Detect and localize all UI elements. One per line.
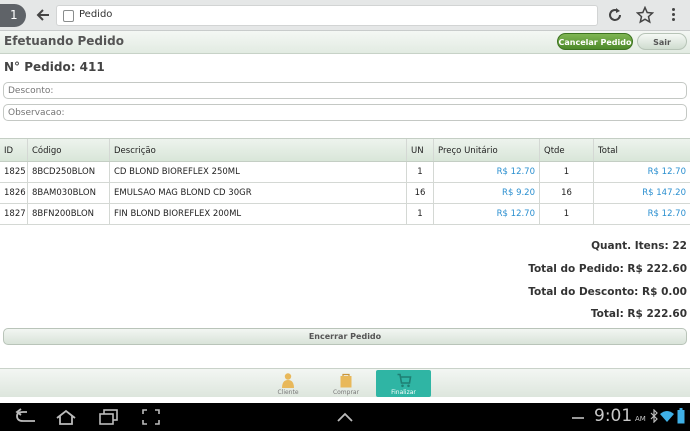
- cell-codigo: 8BCD250BLON: [27, 162, 109, 182]
- cell-id: 1827: [4, 209, 26, 219]
- bottom-navigation: Cliente Comprar Finalizar: [0, 368, 690, 397]
- nav-finalizar[interactable]: Finalizar: [376, 370, 431, 397]
- system-home-icon[interactable]: [54, 408, 78, 426]
- cell-un: 1: [406, 162, 433, 182]
- browser-toolbar: 1 Pedido: [0, 0, 690, 31]
- cell-descricao: FIN BLOND BIOREFLEX 200ML: [109, 204, 406, 224]
- cell-total: R$ 12.70: [593, 162, 690, 182]
- tab-switcher-button[interactable]: 1: [0, 4, 26, 27]
- person-icon: [282, 373, 294, 388]
- address-bar[interactable]: Pedido: [56, 5, 598, 26]
- quantity-items-summary: Quant. Itens: 22: [591, 240, 687, 252]
- cell-codigo: 8BFN200BLON: [27, 204, 109, 224]
- screenshot-icon[interactable]: [141, 408, 161, 426]
- nav-finalizar-label: Finalizar: [391, 389, 416, 396]
- cancel-order-button[interactable]: Cancelar Pedido: [557, 33, 633, 50]
- cart-icon: [397, 373, 411, 388]
- close-order-button[interactable]: Encerrar Pedido: [3, 328, 687, 345]
- address-bar-text: Pedido: [79, 9, 113, 20]
- discount-total-summary: Total do Desconto: R$ 0.00: [528, 286, 687, 298]
- system-recent-apps-icon[interactable]: [97, 408, 121, 426]
- nav-comprar-label: Comprar: [332, 389, 360, 396]
- column-header-un: UN: [406, 139, 433, 161]
- table-row[interactable]: 1826 8BAM030BLON EMULSAO MAG BLOND CD 30…: [0, 183, 690, 204]
- table-row[interactable]: 1827 8BFN200BLON FIN BLOND BIOREFLEX 200…: [0, 204, 690, 225]
- items-table: ID Código Descrição UN Preço Unitário Qt…: [0, 138, 690, 225]
- minus-icon: [572, 417, 584, 419]
- chevron-up-icon[interactable]: [335, 411, 355, 423]
- order-total-summary: Total do Pedido: R$ 222.60: [528, 263, 687, 275]
- cell-qtde[interactable]: 16: [539, 183, 593, 203]
- back-arrow-icon[interactable]: [33, 5, 53, 25]
- clock: 9:01: [594, 406, 633, 426]
- clock-ampm: AM: [635, 415, 646, 423]
- column-header-preco: Preço Unitário: [433, 139, 539, 161]
- battery-icon: [677, 408, 685, 424]
- column-header-total: Total: [593, 139, 690, 161]
- discount-field[interactable]: [3, 82, 687, 99]
- column-header-codigo: Código: [27, 139, 109, 161]
- nav-comprar[interactable]: Comprar: [318, 370, 374, 397]
- cell-un: 1: [406, 204, 433, 224]
- column-header-descricao: Descrição: [109, 139, 406, 161]
- cell-preco: R$ 9.20: [433, 183, 539, 203]
- reload-icon[interactable]: [606, 6, 624, 24]
- cell-total: R$ 147.20: [593, 183, 690, 203]
- cell-id: 1826: [4, 188, 26, 198]
- nav-cliente[interactable]: Cliente: [260, 370, 316, 397]
- cell-qtde[interactable]: 1: [539, 162, 593, 182]
- cell-preco: R$ 12.70: [433, 204, 539, 224]
- exit-button[interactable]: Sair: [637, 33, 687, 50]
- bluetooth-icon: [650, 409, 658, 423]
- order-number: N° Pedido: 411: [4, 60, 105, 74]
- cell-id: 1825: [4, 167, 26, 177]
- system-back-icon[interactable]: [14, 408, 40, 426]
- cell-total: R$ 12.70: [593, 204, 690, 224]
- menu-dots-icon[interactable]: [670, 7, 676, 23]
- nav-cliente-label: Cliente: [277, 389, 299, 396]
- cell-preco: R$ 12.70: [433, 162, 539, 182]
- cell-un: 16: [406, 183, 433, 203]
- cell-descricao: EMULSAO MAG BLOND CD 30GR: [109, 183, 406, 203]
- column-header-qtde: Qtde: [539, 139, 593, 161]
- table-row[interactable]: 1825 8BCD250BLON CD BLOND BIOREFLEX 250M…: [0, 162, 690, 183]
- column-header-id: ID: [4, 146, 14, 156]
- page-icon: [63, 10, 74, 22]
- shopping-bag-icon: [340, 373, 352, 388]
- observation-field[interactable]: [3, 104, 687, 121]
- wifi-icon: [660, 411, 674, 422]
- cell-codigo: 8BAM030BLON: [27, 183, 109, 203]
- app-header: Efetuando Pedido Cancelar Pedido Sair: [0, 31, 690, 54]
- cell-qtde[interactable]: 1: [539, 204, 593, 224]
- grand-total-summary: Total: R$ 222.60: [590, 308, 687, 320]
- table-header: ID Código Descrição UN Preço Unitário Qt…: [0, 138, 690, 162]
- bookmark-star-icon[interactable]: [636, 6, 654, 24]
- page-title: Efetuando Pedido: [4, 34, 124, 48]
- cell-descricao: CD BLOND BIOREFLEX 250ML: [109, 162, 406, 182]
- system-bar: 9:01 AM: [0, 403, 690, 431]
